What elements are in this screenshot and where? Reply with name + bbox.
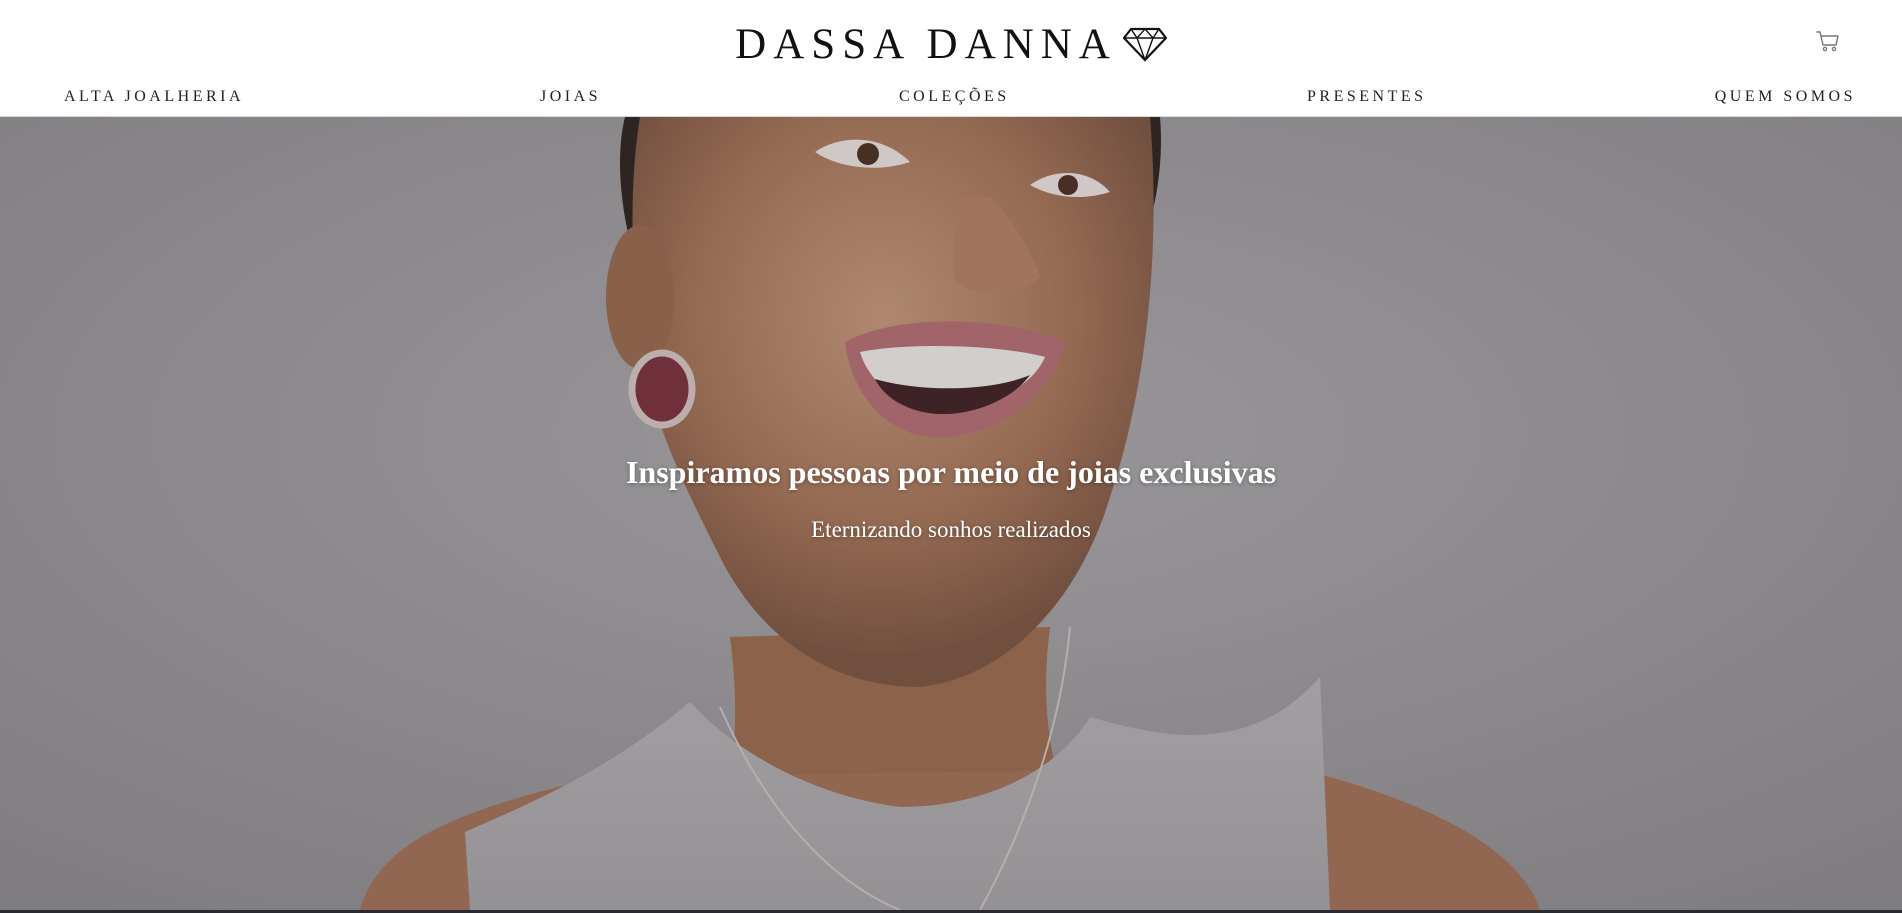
hero-title: Inspiramos pessoas por meio de joias exc…	[625, 454, 1277, 490]
hero-banner: Inspiramos pessoas por meio de joias exc…	[0, 117, 1902, 910]
diamond-icon	[1122, 27, 1167, 62]
nav-item-alta-joalheria[interactable]: ALTA JOALHERIA	[64, 86, 244, 108]
nav-item-joias[interactable]: JOIAS	[540, 86, 601, 108]
cart-icon[interactable]	[1816, 30, 1840, 52]
site-header: DASSA DANNA ALTA JOALHERIA JOIAS COLEÇÕE…	[0, 0, 1902, 117]
nav-item-quem-somos[interactable]: QUEM SOMOS	[1715, 86, 1856, 108]
hero-subtitle: Eternizando sonhos realizados	[811, 517, 1091, 542]
brand-name[interactable]: DASSA DANNA	[735, 23, 1117, 66]
main-nav: ALTA JOALHERIA JOIAS COLEÇÕES PRESENTES …	[0, 86, 1902, 108]
hero-overlay	[0, 117, 1902, 910]
nav-item-presentes[interactable]: PRESENTES	[1307, 86, 1427, 108]
brand-logo[interactable]: DASSA DANNA	[0, 22, 1902, 66]
logo-wrapper[interactable]: DASSA DANNA	[735, 23, 1167, 66]
nav-item-colecoes[interactable]: COLEÇÕES	[899, 86, 1010, 108]
